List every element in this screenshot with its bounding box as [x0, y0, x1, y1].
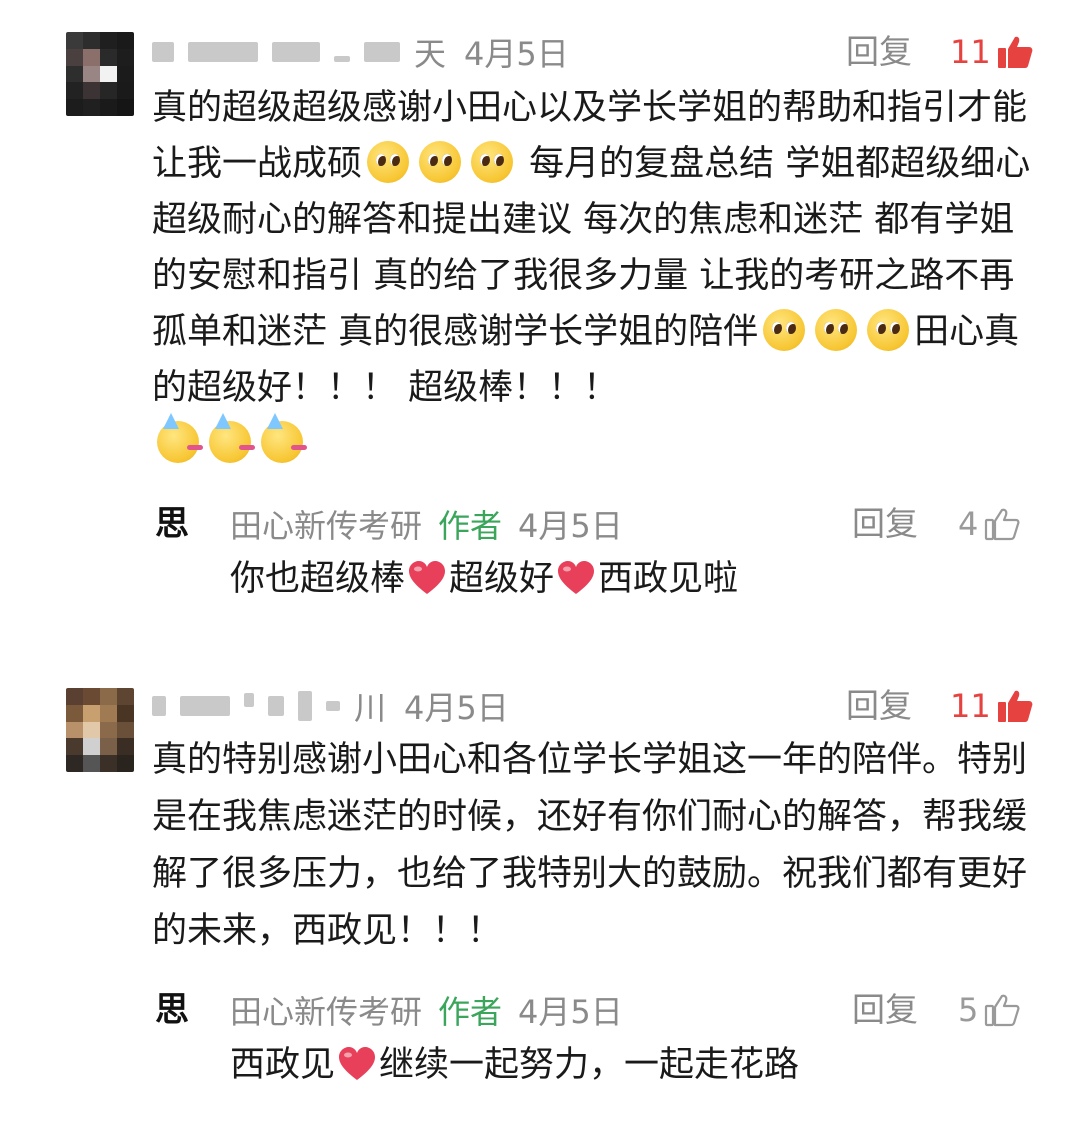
reply-date: 4月5日: [518, 507, 623, 545]
reply-text-part1: 西政见: [230, 1045, 336, 1085]
red-heart-emoji: [556, 560, 596, 596]
comment-date: 4月5日: [404, 689, 509, 727]
author-avatar[interactable]: 思: [155, 502, 209, 546]
author-name: 田心新传考研: [230, 993, 423, 1031]
thumbs-up-outline-icon: [984, 993, 1020, 1027]
red-heart-emoji: [337, 1046, 377, 1082]
blurred-username: [152, 691, 340, 721]
like-button[interactable]: 11: [950, 684, 1033, 728]
like-button[interactable]: 5: [958, 988, 1020, 1032]
author-tag: 作者: [438, 993, 503, 1031]
comment-meta: 川 4月5日: [152, 684, 509, 728]
like-count: 4: [958, 505, 979, 543]
author-tag: 作者: [438, 507, 503, 545]
pleading-face-emoji: [367, 141, 410, 183]
comment-date: 4月5日: [464, 35, 569, 73]
like-button[interactable]: 11: [950, 30, 1033, 74]
pleading-face-emoji: [867, 309, 910, 351]
pleading-face-emoji: [815, 309, 858, 351]
author-name: 田心新传考研: [230, 507, 423, 545]
reply-text-part2: 继续一起努力，一起走花路: [379, 1045, 800, 1085]
avatar[interactable]: [66, 688, 134, 772]
reply-text-part3: 西政见啦: [598, 559, 739, 599]
comment-text: 真的特别感谢小田心和各位学长学姐这一年的陪伴。特别是在我焦虑迷茫的时候，还好有你…: [152, 740, 1028, 951]
author-reply-meta: 田心新传考研 作者 4月5日: [230, 988, 623, 1032]
red-heart-emoji: [407, 560, 447, 596]
reply-button[interactable]: 回复: [852, 988, 918, 1032]
partying-face-emoji: [261, 413, 307, 463]
author-reply-text: 你也超级棒 超级好 西政见啦: [230, 554, 738, 604]
blurred-username: [152, 42, 400, 62]
like-count: 11: [950, 33, 991, 71]
reply-button[interactable]: 回复: [846, 30, 912, 74]
like-count: 5: [958, 991, 979, 1029]
author-reply-meta: 田心新传考研 作者 4月5日: [230, 502, 623, 546]
reply-date: 4月5日: [518, 993, 623, 1031]
username-suffix: 天: [414, 35, 447, 73]
comment-text: 真的超级超级感谢小田心以及学长学姐的帮助和指引才能让我一战成硕 每月的复盘总结 …: [152, 80, 1032, 472]
author-avatar[interactable]: 思: [155, 988, 209, 1032]
like-count: 11: [950, 687, 991, 725]
partying-face-emoji: [209, 413, 255, 463]
thumbs-up-filled-icon: [997, 35, 1033, 69]
avatar[interactable]: [66, 32, 134, 116]
thumbs-up-filled-icon: [997, 689, 1033, 723]
like-button[interactable]: 4: [958, 502, 1020, 546]
comment-meta: 天 4月5日: [152, 30, 569, 74]
pleading-face-emoji: [471, 141, 514, 183]
thumbs-up-outline-icon: [984, 507, 1020, 541]
pleading-face-emoji: [763, 309, 806, 351]
reply-text-part1: 你也超级棒: [230, 559, 406, 599]
partying-face-emoji: [157, 413, 203, 463]
username-suffix: 川: [354, 689, 387, 727]
reply-button[interactable]: 回复: [846, 684, 912, 728]
author-reply-text: 西政见 继续一起努力，一起走花路: [230, 1040, 799, 1090]
reply-text-part2: 超级好: [449, 559, 555, 599]
reply-button[interactable]: 回复: [852, 502, 918, 546]
pleading-face-emoji: [419, 141, 462, 183]
